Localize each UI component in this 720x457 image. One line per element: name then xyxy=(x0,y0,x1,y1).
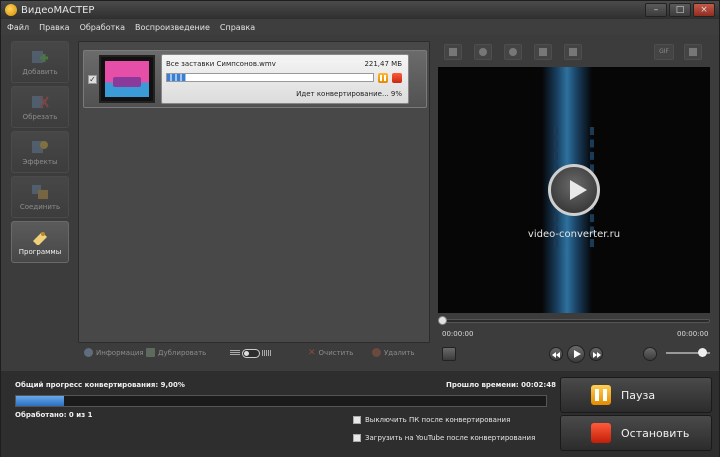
programs-icon xyxy=(33,231,47,245)
speed-icon[interactable] xyxy=(564,44,582,60)
cut-label: Обрезать xyxy=(22,112,58,121)
list-view-icon xyxy=(230,350,240,356)
clear-button[interactable]: ✕ Очистить xyxy=(308,348,353,358)
play-icon xyxy=(574,350,581,358)
duplicate-button[interactable]: Дублировать xyxy=(146,348,206,357)
effects-button[interactable]: Эффекты xyxy=(11,131,69,173)
overall-progress-bar xyxy=(15,395,547,407)
menu-bar: Файл Правка Обработка Воспроизведение Сп… xyxy=(1,19,719,35)
pause-label: Пауза xyxy=(621,388,656,402)
fullscreen-icon[interactable] xyxy=(684,44,702,60)
window-title: ВидеоМАСТЕР xyxy=(21,4,95,16)
app-window: ВидеоМАСТЕР – □ × Файл Правка Обработка … xyxy=(0,0,720,457)
rewind-button[interactable] xyxy=(549,347,563,361)
minimize-button[interactable]: – xyxy=(645,3,667,17)
video-caption: video-converter.ru xyxy=(527,229,621,240)
play-button[interactable] xyxy=(567,345,585,363)
total-time: 00:00:00 xyxy=(677,330,709,338)
close-button[interactable]: × xyxy=(693,3,715,17)
programs-label: Программы xyxy=(18,247,62,256)
youtube-checkbox[interactable] xyxy=(353,434,361,442)
effects-icon xyxy=(32,140,48,153)
maximize-button[interactable]: □ xyxy=(669,3,691,17)
file-info-panel: Все заставки Симпсонов.wmv 221,47 МБ Иде… xyxy=(161,54,409,104)
view-toggle[interactable] xyxy=(230,348,276,358)
overall-progress-fill xyxy=(16,396,64,406)
cut-button[interactable]: Обрезать xyxy=(11,86,69,128)
seek-knob[interactable] xyxy=(438,316,447,325)
file-progress-bar xyxy=(166,73,374,82)
file-stop-button[interactable] xyxy=(392,73,402,83)
list-toolbar: Информация Дублировать ✕ Очистить Удалит… xyxy=(78,344,430,362)
forward-button[interactable] xyxy=(589,347,603,361)
conversion-status: Идет конвертирование... 9% xyxy=(296,90,402,98)
menu-process[interactable]: Обработка xyxy=(80,23,125,32)
film-strip-icon[interactable] xyxy=(444,44,462,60)
add-icon xyxy=(32,50,48,63)
file-name: Все заставки Симпсонов.wmv xyxy=(166,60,276,68)
menu-file[interactable]: Файл xyxy=(7,23,29,32)
elapsed-time: Прошло времени: 00:02:48 xyxy=(446,381,556,389)
delete-label: Удалить xyxy=(384,348,415,357)
video-thumbnail xyxy=(99,55,155,103)
menu-playback[interactable]: Воспроизведение xyxy=(135,23,210,32)
pause-button[interactable]: Пауза xyxy=(560,377,712,413)
youtube-label: Загрузить на YouTube после конвертирован… xyxy=(365,434,536,442)
snapshot-icon[interactable] xyxy=(474,44,492,60)
duplicate-icon xyxy=(146,348,155,357)
file-checkbox[interactable]: ✓ xyxy=(88,75,97,84)
info-icon xyxy=(84,348,93,357)
info-label: Информация xyxy=(96,348,144,357)
file-size: 221,47 МБ xyxy=(364,60,402,68)
menu-edit[interactable]: Правка xyxy=(39,23,69,32)
pause-icon xyxy=(591,385,611,405)
seek-track[interactable] xyxy=(442,319,710,323)
youtube-option[interactable]: Загрузить на YouTube после конвертирован… xyxy=(353,434,535,442)
current-time: 00:00:00 xyxy=(442,330,474,338)
shutdown-checkbox[interactable] xyxy=(353,416,361,424)
preview-toolbar: GIF xyxy=(438,41,710,63)
file-item[interactable]: ✓ Все заставки Симпсонов.wmv 221,47 МБ И… xyxy=(83,50,427,108)
app-logo-icon xyxy=(5,4,17,16)
view-switch[interactable] xyxy=(242,348,260,358)
add-label: Добавить xyxy=(22,67,58,76)
title-bar: ВидеоМАСТЕР – □ × xyxy=(1,1,719,19)
add-button[interactable]: Добавить xyxy=(11,41,69,83)
clear-label: Очистить xyxy=(318,349,354,357)
duplicate-label: Дублировать xyxy=(158,348,207,357)
cut-icon xyxy=(32,95,49,108)
delete-icon xyxy=(372,348,381,357)
delete-button[interactable]: Удалить xyxy=(372,348,415,357)
snapshot-button[interactable] xyxy=(442,347,456,361)
effects-label: Эффекты xyxy=(22,157,58,166)
stop-button[interactable]: Остановить xyxy=(560,415,712,451)
volume-knob[interactable] xyxy=(698,348,707,357)
play-overlay-icon[interactable] xyxy=(548,164,600,216)
grid-view-icon xyxy=(262,350,272,356)
programs-button[interactable]: Программы xyxy=(11,221,69,263)
join-label: Соединить xyxy=(19,202,61,211)
menu-help[interactable]: Справка xyxy=(220,23,255,32)
shutdown-option[interactable]: Выключить ПК после конвертирования xyxy=(353,416,510,424)
file-pause-button[interactable] xyxy=(378,73,388,83)
join-button[interactable]: Соединить xyxy=(11,176,69,218)
shutdown-label: Выключить ПК после конвертирования xyxy=(365,416,511,424)
stop-icon xyxy=(591,423,611,443)
clear-icon: ✕ xyxy=(308,348,316,358)
gif-icon[interactable]: GIF xyxy=(654,44,674,60)
overall-progress-label: Общий прогресс конвертирования: 9,00% xyxy=(15,381,185,389)
window-controls: – □ × xyxy=(645,3,715,17)
processed-count: Обработано: 0 из 1 xyxy=(15,411,93,419)
volume-icon[interactable] xyxy=(643,347,657,361)
file-list: ✓ Все заставки Симпсонов.wmv 221,47 МБ И… xyxy=(78,41,430,343)
stop-label: Остановить xyxy=(621,426,690,440)
video-effects-icon[interactable] xyxy=(534,44,552,60)
join-icon xyxy=(32,184,48,199)
file-progress-fill xyxy=(167,74,186,81)
info-button[interactable]: Информация xyxy=(84,348,144,357)
sidebar: Добавить Обрезать Эффекты Соединить Прог… xyxy=(11,41,71,269)
brightness-icon[interactable] xyxy=(504,44,522,60)
video-preview[interactable]: video-converter.ru xyxy=(438,67,710,313)
